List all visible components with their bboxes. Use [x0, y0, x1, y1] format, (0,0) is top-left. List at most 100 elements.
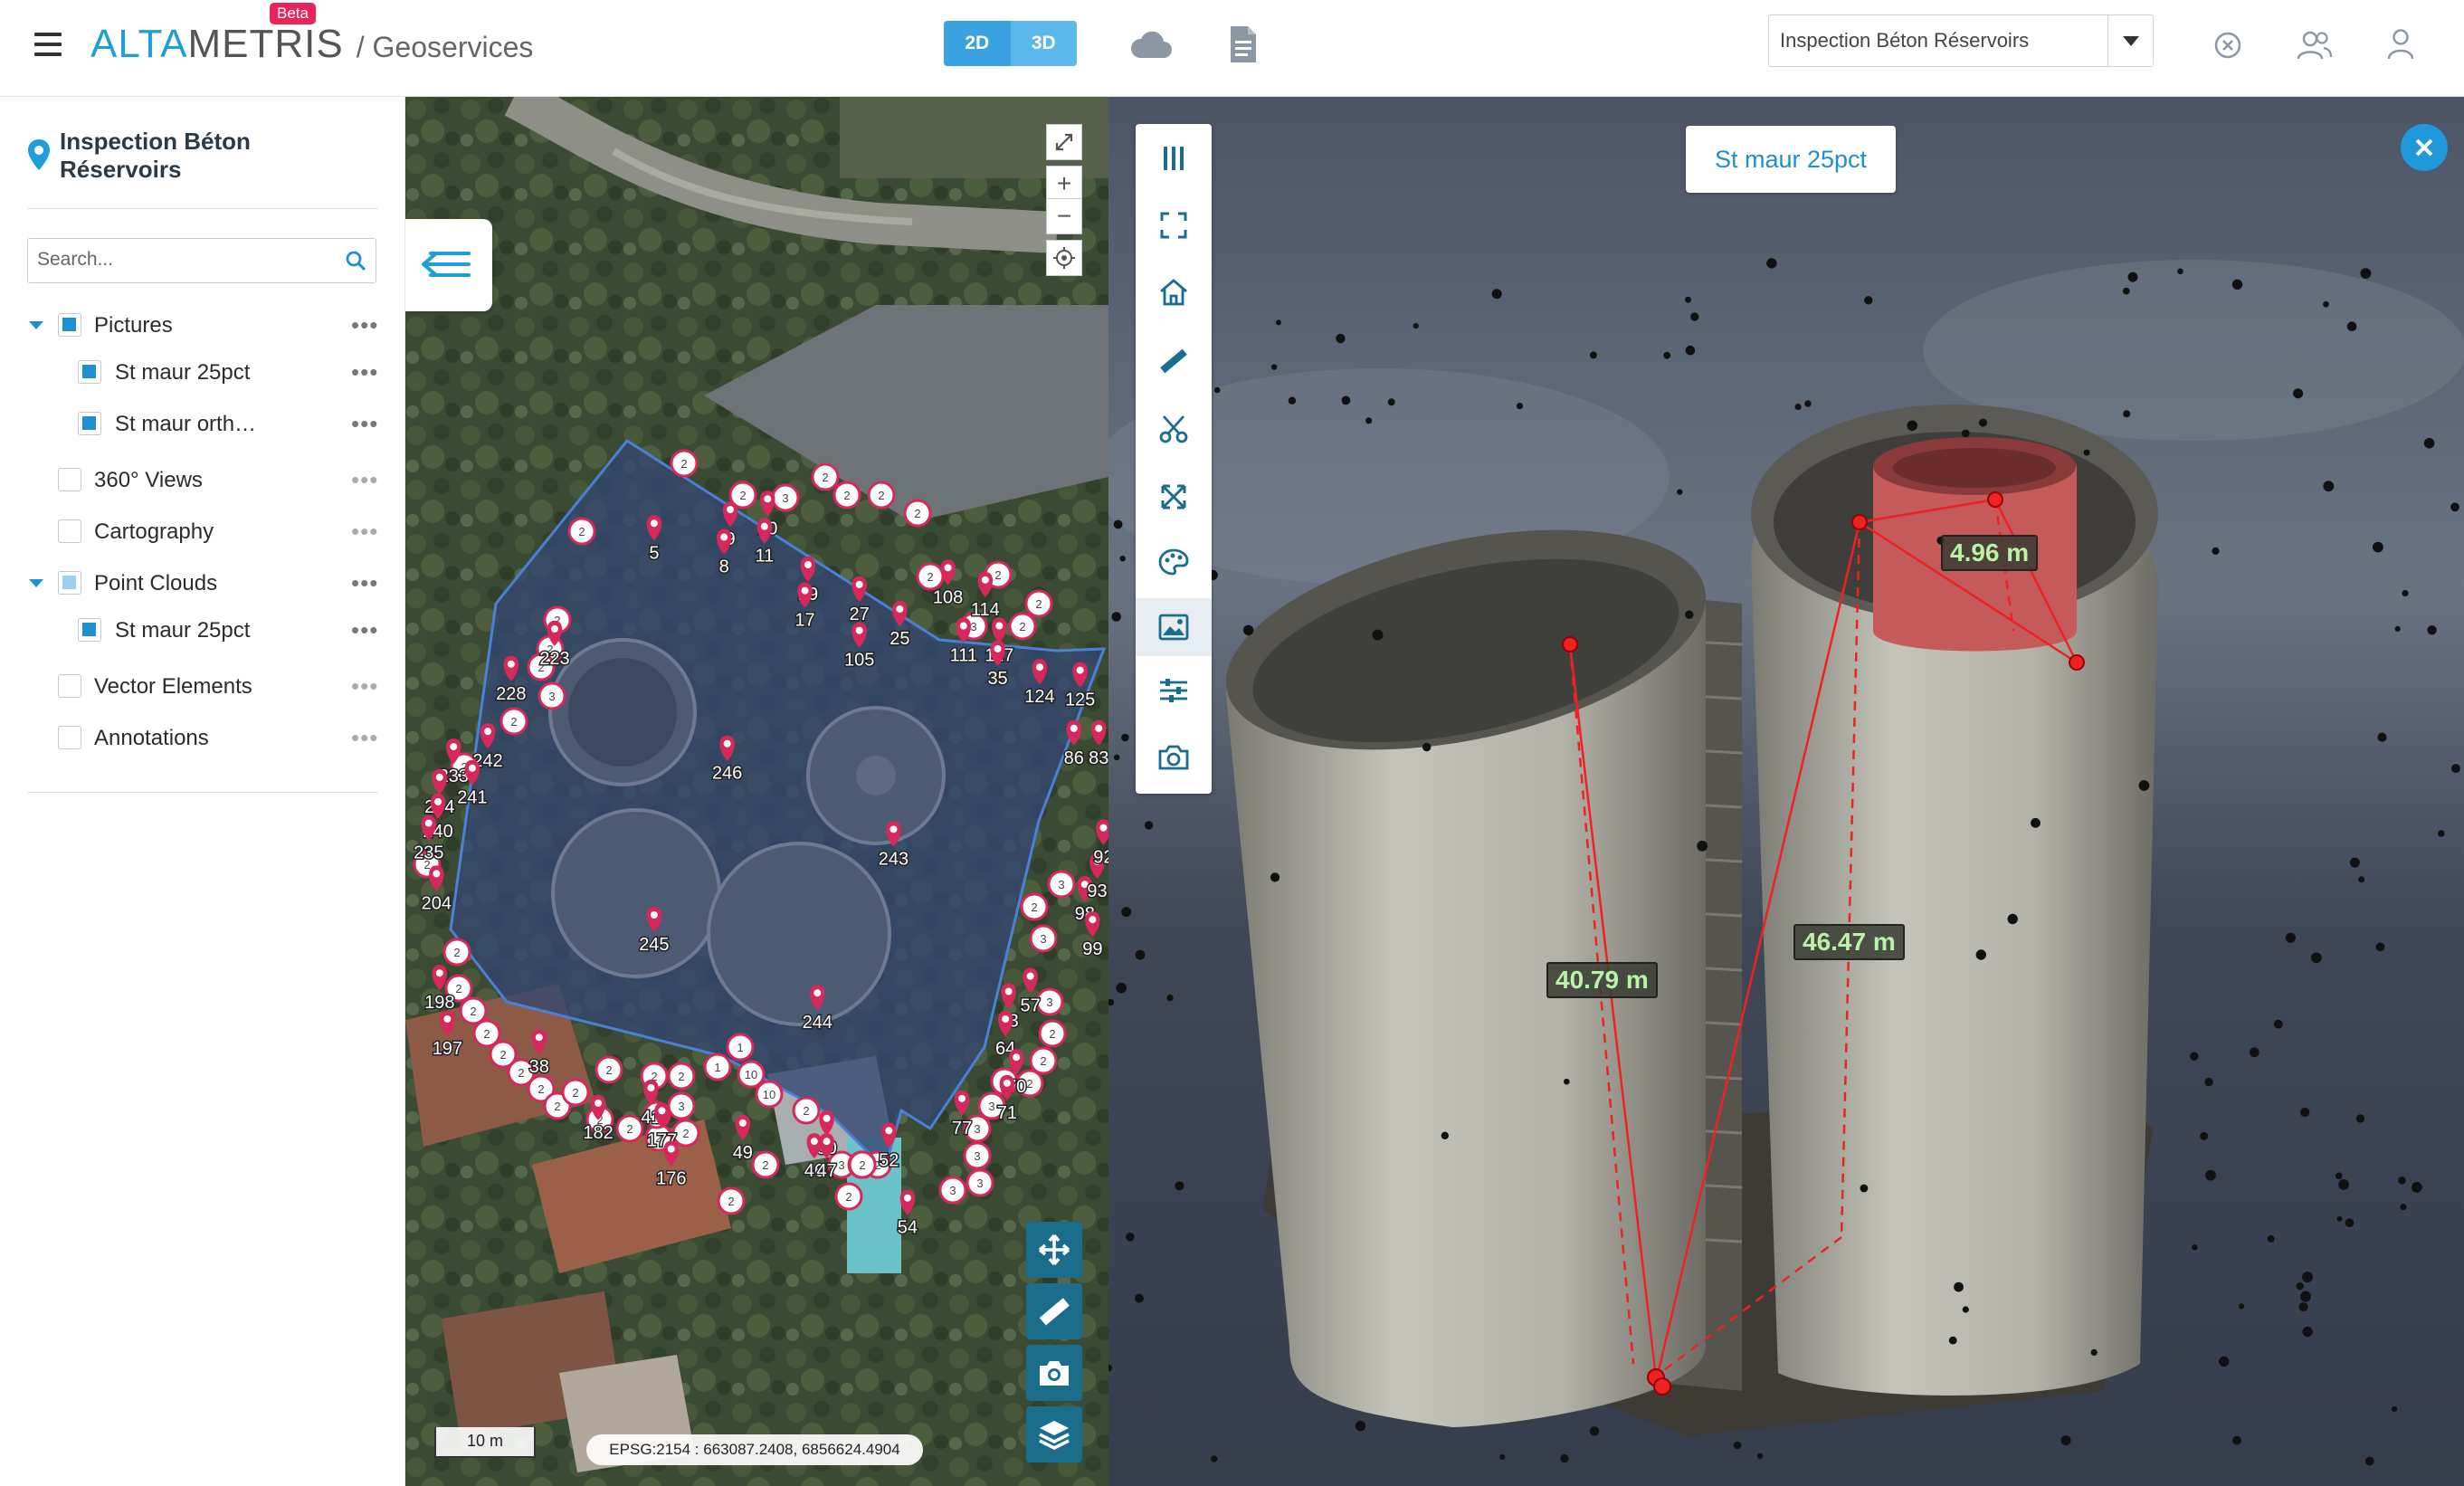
- marker-label: 27: [850, 605, 870, 624]
- ruler-icon[interactable]: [1026, 1283, 1082, 1339]
- screenshot-camera-icon[interactable]: [1136, 729, 1212, 786]
- checkbox-point-clouds[interactable]: [58, 571, 81, 595]
- more-options-icon[interactable]: •••: [351, 674, 378, 698]
- tree-item-label: Annotations: [94, 726, 209, 750]
- sliders-icon[interactable]: [1136, 662, 1212, 719]
- project-select[interactable]: Inspection Béton Réservoirs: [1768, 14, 2154, 67]
- marker-label: 241: [457, 788, 487, 808]
- pan-move-icon[interactable]: [1026, 1222, 1082, 1278]
- image-icon[interactable]: [1136, 598, 1212, 656]
- layers-icon[interactable]: [1026, 1406, 1082, 1462]
- layers-sidebar: Inspection Béton Réservoirs Pictures •••…: [0, 97, 405, 1486]
- svg-text:3: 3: [1040, 932, 1046, 946]
- svg-text:2: 2: [483, 1027, 490, 1041]
- app-logo: ALTA METRIS / Geoservices: [90, 22, 533, 76]
- camera-icon[interactable]: [1026, 1345, 1082, 1401]
- svg-text:2: 2: [1035, 597, 1042, 611]
- checkbox-st-maur-25pct[interactable]: [78, 360, 101, 384]
- point-cloud-3d-view[interactable]: St maur 25pct 4.96 m 40.79 m 46.47 m: [1108, 97, 2464, 1486]
- location-pin-icon: [28, 139, 50, 170]
- checkbox-cartography[interactable]: [58, 519, 81, 543]
- tree-item-st-maur-25pct-cloud[interactable]: St maur 25pct •••: [0, 612, 398, 648]
- chevron-down-icon[interactable]: [2107, 15, 2153, 66]
- marker-label: 245: [639, 935, 669, 955]
- marker-label: 35: [987, 669, 1007, 689]
- tree-item-label: Point Clouds: [94, 571, 218, 595]
- checkbox-360-views[interactable]: [58, 468, 81, 491]
- hamburger-menu-icon[interactable]: [34, 33, 62, 56]
- collapse-sidebar-button[interactable]: [405, 219, 492, 311]
- close-circle-icon[interactable]: [2213, 31, 2242, 60]
- zoom-out-button[interactable]: −: [1046, 198, 1082, 234]
- palette-icon[interactable]: [1136, 533, 1212, 591]
- tree-item-annotations[interactable]: Annotations •••: [0, 719, 398, 756]
- users-icon[interactable]: [2297, 30, 2333, 61]
- marker-label: 92: [1093, 848, 1108, 868]
- more-options-icon[interactable]: •••: [351, 468, 378, 491]
- tree-item-cartography[interactable]: Cartography •••: [0, 513, 398, 549]
- fit-extent-icon[interactable]: [1136, 196, 1212, 254]
- document-icon[interactable]: [1229, 24, 1258, 64]
- tree-item-st-maur-25pct-pictures[interactable]: St maur 25pct •••: [0, 354, 398, 390]
- svg-text:2: 2: [728, 1195, 734, 1208]
- more-options-icon[interactable]: •••: [351, 313, 378, 337]
- svg-text:3: 3: [678, 1100, 684, 1113]
- marker-label: 38: [529, 1057, 549, 1077]
- svg-text:2: 2: [1031, 900, 1037, 914]
- svg-text:3: 3: [1046, 995, 1052, 1009]
- close-icon[interactable]: [2401, 124, 2448, 171]
- layer-search: [27, 238, 376, 283]
- checkbox-vector-elements[interactable]: [58, 674, 81, 698]
- svg-text:2: 2: [680, 457, 687, 471]
- logo-alta: ALTA: [90, 22, 188, 66]
- more-options-icon[interactable]: •••: [351, 412, 378, 435]
- more-options-icon[interactable]: •••: [351, 571, 378, 595]
- measure-ruler-icon[interactable]: [1136, 332, 1212, 390]
- scissors-icon[interactable]: [1136, 400, 1212, 458]
- search-input[interactable]: [28, 239, 318, 281]
- marker-label: 52: [879, 1150, 899, 1170]
- svg-text:3: 3: [976, 1176, 983, 1190]
- tree-item-st-maur-ortho[interactable]: St maur orth… •••: [0, 405, 398, 442]
- checkbox-st-maur-25pct-cloud[interactable]: [78, 618, 101, 642]
- locate-icon[interactable]: [1046, 240, 1082, 276]
- svg-text:3: 3: [988, 1100, 994, 1113]
- svg-text:2: 2: [682, 1127, 689, 1140]
- more-options-icon[interactable]: •••: [351, 726, 378, 749]
- expand-arrows-icon[interactable]: [1136, 468, 1212, 526]
- tree-item-vector-elements[interactable]: Vector Elements •••: [0, 668, 398, 704]
- logo-metris: METRIS: [187, 22, 344, 66]
- checkbox-annotations[interactable]: [58, 726, 81, 749]
- more-options-icon[interactable]: •••: [351, 519, 378, 543]
- expand-arrow-icon[interactable]: [29, 321, 43, 329]
- svg-text:3: 3: [974, 1149, 980, 1163]
- bars-icon[interactable]: [1136, 129, 1212, 187]
- tree-item-360-views[interactable]: 360° Views •••: [0, 462, 398, 498]
- map-2d-view[interactable]: 2 2 3 2 2 2 2 2 2 2 3 2 2 2 2 2 3 2 2 2 …: [405, 97, 1108, 1486]
- project-title-text: Inspection Béton Réservoirs: [60, 128, 251, 183]
- checkbox-st-maur-ortho[interactable]: [78, 412, 101, 435]
- svg-text:2: 2: [845, 1190, 851, 1204]
- expand-arrow-icon[interactable]: [29, 579, 43, 587]
- cloud-icon[interactable]: [1129, 27, 1173, 63]
- search-icon[interactable]: [345, 250, 366, 271]
- checkbox-pictures[interactable]: [58, 313, 81, 337]
- svg-text:2: 2: [1040, 1054, 1046, 1068]
- more-options-icon[interactable]: •••: [351, 360, 378, 384]
- tree-item-point-clouds[interactable]: Point Clouds •••: [0, 565, 398, 601]
- svg-text:2: 2: [538, 1082, 544, 1096]
- home-icon[interactable]: [1136, 263, 1212, 321]
- tree-item-pictures[interactable]: Pictures •••: [0, 307, 398, 343]
- marker-label: 111: [950, 646, 977, 666]
- view-2d-button[interactable]: 2D: [944, 21, 1011, 66]
- fullscreen-icon[interactable]: [1046, 124, 1082, 160]
- svg-text:2: 2: [859, 1158, 865, 1172]
- user-profile-icon[interactable]: [2387, 28, 2414, 61]
- coordinates-readout: EPSG:2154 : 663087.2408, 6856624.4904: [586, 1434, 923, 1465]
- zoom-in-button[interactable]: +: [1046, 166, 1082, 202]
- more-options-icon[interactable]: •••: [351, 618, 378, 642]
- view-3d-button[interactable]: 3D: [1011, 21, 1078, 66]
- sidebar-divider: [27, 208, 378, 209]
- marker-label: 105: [844, 651, 874, 671]
- marker-label: 25: [890, 629, 909, 649]
